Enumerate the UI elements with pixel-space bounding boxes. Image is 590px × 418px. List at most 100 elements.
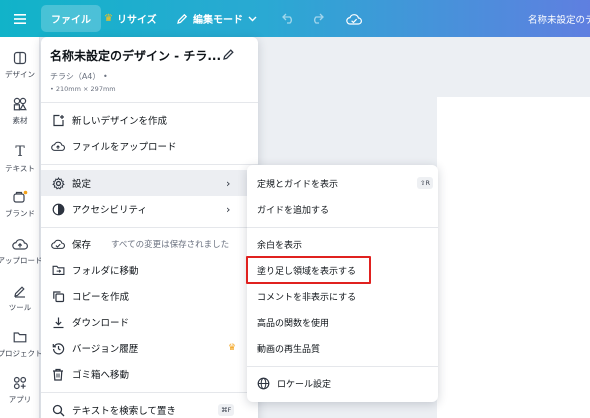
submenu-item-locale-settings[interactable]: ロケール設定 (247, 371, 438, 395)
crown-icon: ♛ (228, 343, 237, 353)
sidebar-item-label: ブランド (5, 209, 35, 218)
submenu-item-hide-comments[interactable]: コメントを非表示にする (247, 284, 438, 308)
divider (41, 102, 258, 103)
settings-submenu: 定規とガイドを表示 ⇧R ガイドを追加する 余白を表示 塗り足し領域を表示する … (247, 165, 438, 402)
design-title[interactable]: 名称未設定のデザイン - チラ... (50, 47, 221, 64)
resize-button[interactable]: ♛ リサイズ (104, 0, 157, 37)
divider (247, 227, 438, 228)
menu-item-new-design[interactable]: 新しいデザインを作成 (41, 107, 258, 133)
sidebar-item-brand[interactable]: ブランド (0, 189, 40, 219)
menu-item-make-copy[interactable]: コピーを作成 (41, 283, 258, 309)
divider (41, 164, 258, 165)
trash-icon (51, 367, 65, 381)
upload-icon (12, 236, 28, 252)
menu-item-download[interactable]: ダウンロード (41, 309, 258, 335)
save-status-button[interactable] (346, 0, 362, 37)
design-type: チラシ（A4） • (50, 72, 108, 81)
globe-icon (257, 377, 270, 390)
hamburger-icon (14, 13, 26, 24)
folder-icon (51, 263, 65, 277)
divider (41, 227, 258, 228)
resize-label: リサイズ (116, 15, 157, 26)
submenu-item-label: 余白を表示 (257, 240, 303, 251)
submenu-item-show-bleed[interactable]: 塗り足し領域を表示する (247, 258, 438, 282)
sidebar-item-elements[interactable]: 素材 (0, 96, 40, 126)
shortcut-badge: ⇧R (417, 177, 433, 189)
sidebar-item-apps[interactable]: アプリ (0, 375, 40, 405)
submenu-item-add-guides[interactable]: ガイドを追加する (247, 197, 438, 221)
menu-item-accessibility[interactable]: アクセシビリティ › (41, 196, 258, 222)
sidebar-item-text[interactable]: T テキスト (0, 144, 40, 174)
tools-icon (12, 283, 28, 299)
crown-icon: ♛ (104, 13, 113, 24)
cloud-check-icon (346, 13, 362, 25)
menu-item-settings[interactable]: 設定 › (41, 170, 258, 196)
apps-icon (12, 375, 28, 391)
undo-icon (282, 13, 292, 24)
submenu-item-advanced-functions[interactable]: 高品の関数を使用 (247, 310, 438, 334)
elements-icon (12, 96, 28, 112)
download-icon (51, 315, 65, 329)
submenu-item-label: ロケール設定 (277, 379, 332, 390)
menu-item-save[interactable]: 保存 すべての変更は保存されました (41, 231, 258, 257)
menu-item-label: バージョン履歴 (72, 344, 139, 355)
menu-item-move-to-trash[interactable]: ゴミ箱へ移動 (41, 361, 258, 387)
divider (247, 366, 438, 367)
submenu-item-rulers-guides[interactable]: 定規とガイドを表示 ⇧R (247, 171, 438, 195)
sidebar-item-tools[interactable]: ツール (0, 283, 40, 313)
text-icon: T (15, 144, 25, 160)
design-icon (12, 50, 28, 66)
folder-icon (12, 329, 28, 345)
sidebar-item-label: アップロード (0, 256, 43, 265)
history-icon (51, 341, 65, 355)
submenu-item-label: 定規とガイドを表示 (257, 179, 339, 190)
menu-item-label: コピーを作成 (72, 292, 130, 303)
sidebar-item-label: アプリ (8, 395, 32, 404)
submenu-item-label: ガイドを追加する (257, 205, 330, 216)
redo-button[interactable] (311, 0, 324, 37)
chevron-down-icon (248, 16, 257, 21)
submenu-item-show-margins[interactable]: 余白を表示 (247, 232, 438, 256)
top-toolbar: ファイル ♛ リサイズ 編集モード 名称未設定のデ (0, 0, 590, 37)
sidebar-item-label: テキスト (5, 164, 35, 173)
menu-item-upload-file[interactable]: ファイルをアップロード (41, 133, 258, 159)
menu-item-label: アクセシビリティ (72, 205, 147, 216)
pencil-icon (223, 49, 234, 60)
divider (41, 392, 258, 393)
file-menu-panel: 名称未設定のデザイン - チラ... チラシ（A4） • • 210mm × 2… (41, 37, 258, 418)
accessibility-icon (51, 202, 65, 216)
sidebar-item-projects[interactable]: プロジェクト (0, 329, 43, 359)
file-menu-label: ファイル (51, 15, 91, 26)
sidebar-item-label: プロジェクト (0, 349, 43, 358)
sidebar-item-upload[interactable]: アップロード (0, 236, 43, 266)
submenu-item-label: 塗り足し領域を表示する (257, 266, 357, 277)
chevron-right-icon: › (226, 202, 231, 216)
gear-icon (51, 176, 65, 190)
pencil-icon (177, 13, 188, 24)
search-icon (51, 403, 65, 417)
cloud-check-icon (51, 237, 65, 251)
menu-item-label: テキストを検索して置き (72, 406, 176, 417)
document-title[interactable]: 名称未設定のデ (528, 0, 590, 37)
menu-item-find-replace[interactable]: テキストを検索して置き ⌘F (41, 397, 258, 418)
design-canvas-page[interactable] (437, 97, 590, 418)
sidebar-item-design[interactable]: デザイン (0, 50, 40, 80)
brand-icon (12, 189, 28, 205)
chevron-right-icon: › (226, 176, 231, 190)
submenu-item-label: 高品の関数を使用 (257, 318, 330, 329)
menu-item-move-to-folder[interactable]: フォルダに移動 (41, 257, 258, 283)
new-design-icon (51, 113, 65, 127)
redo-icon (314, 13, 324, 24)
sidebar-item-label: デザイン (5, 70, 35, 79)
edit-mode-button[interactable]: 編集モード (176, 0, 257, 37)
shortcut-badge: ⌘F (218, 404, 235, 416)
hamburger-menu-button[interactable] (14, 0, 28, 37)
undo-button[interactable] (282, 0, 295, 37)
submenu-item-label: 動画の再生品質 (257, 344, 321, 355)
copy-icon (51, 289, 65, 303)
edit-mode-label: 編集モード (193, 15, 243, 26)
menu-item-version-history[interactable]: バージョン履歴 ♛ (41, 335, 258, 361)
rename-button[interactable] (222, 46, 236, 60)
submenu-item-video-quality[interactable]: 動画の再生品質 (247, 336, 438, 360)
file-menu-button[interactable]: ファイル (41, 5, 101, 32)
